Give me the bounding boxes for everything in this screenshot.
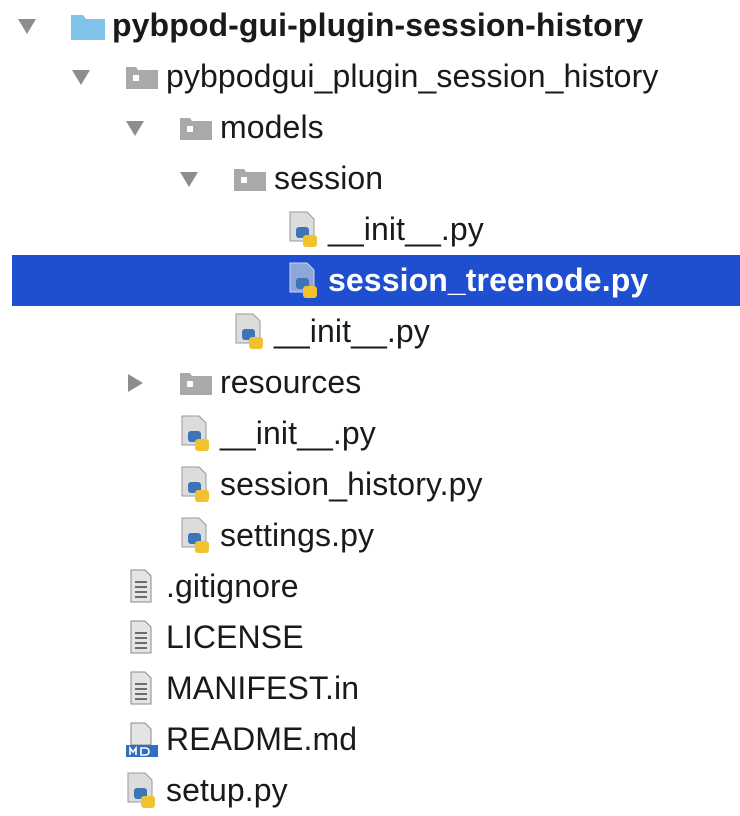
tree-item-file[interactable]: README.md	[0, 714, 740, 765]
tree-item-label: MANIFEST.in	[166, 670, 360, 706]
tree-item-label: session_treenode.py	[328, 262, 649, 298]
tree-item-session-folder[interactable]: session	[0, 153, 740, 204]
tree-item-file[interactable]: settings.py	[0, 510, 740, 561]
expand-arrow-icon[interactable]	[180, 172, 198, 187]
tree-item-file-selected[interactable]: session_treenode.py	[12, 255, 740, 306]
tree-item-resources[interactable]: resources	[0, 357, 740, 408]
project-folder-icon	[70, 8, 106, 44]
tree-item-label: setup.py	[166, 772, 288, 808]
markdown-file-icon	[124, 722, 160, 758]
tree-item-file[interactable]: __init__.py	[0, 204, 740, 255]
tree-item-package[interactable]: pybpodgui_plugin_session_history	[0, 51, 740, 102]
tree-item-label: resources	[220, 364, 362, 400]
tree-item-label: session_history.py	[220, 466, 483, 502]
tree-item-label: pybpod-gui-plugin-session-history	[112, 7, 644, 43]
python-file-icon	[232, 313, 268, 350]
tree-item-label: __init__.py	[220, 415, 376, 451]
tree-item-label: README.md	[166, 721, 358, 757]
project-tree: pybpod-gui-plugin-session-history pybpod…	[0, 0, 740, 808]
expand-arrow-icon[interactable]	[18, 19, 36, 34]
tree-item-label: .gitignore	[166, 568, 299, 604]
package-folder-icon	[178, 365, 214, 401]
package-folder-icon	[178, 110, 214, 146]
tree-item-label: models	[220, 109, 324, 145]
tree-item-file[interactable]: MANIFEST.in	[0, 663, 740, 714]
expand-arrow-icon[interactable]	[126, 121, 144, 136]
python-file-icon	[178, 415, 214, 452]
tree-item-file[interactable]: LICENSE	[0, 612, 740, 663]
text-file-icon	[124, 620, 160, 656]
tree-item-label: session	[274, 160, 384, 196]
tree-item-file[interactable]: session_history.py	[0, 459, 740, 510]
tree-item-models[interactable]: models	[0, 102, 740, 153]
tree-item-file[interactable]: .gitignore	[0, 561, 740, 612]
text-file-icon	[124, 671, 160, 707]
package-folder-icon	[232, 161, 268, 197]
tree-item-label: pybpodgui_plugin_session_history	[166, 58, 659, 94]
tree-item-label: settings.py	[220, 517, 375, 553]
python-file-icon	[286, 211, 322, 248]
tree-item-file[interactable]: __init__.py	[0, 408, 740, 459]
tree-item-project-root[interactable]: pybpod-gui-plugin-session-history	[0, 0, 740, 51]
tree-item-label: __init__.py	[274, 313, 430, 349]
package-folder-icon	[124, 59, 160, 95]
tree-item-label: LICENSE	[166, 619, 304, 655]
collapse-arrow-icon[interactable]	[128, 373, 143, 392]
tree-item-label: __init__.py	[328, 211, 484, 247]
tree-item-file[interactable]: setup.py	[0, 765, 740, 816]
python-file-icon	[178, 466, 214, 503]
text-file-icon	[124, 569, 160, 605]
python-file-icon	[286, 262, 322, 299]
python-file-icon	[178, 517, 214, 554]
python-file-icon	[124, 772, 160, 809]
tree-item-file[interactable]: __init__.py	[0, 306, 740, 357]
expand-arrow-icon[interactable]	[72, 70, 90, 85]
